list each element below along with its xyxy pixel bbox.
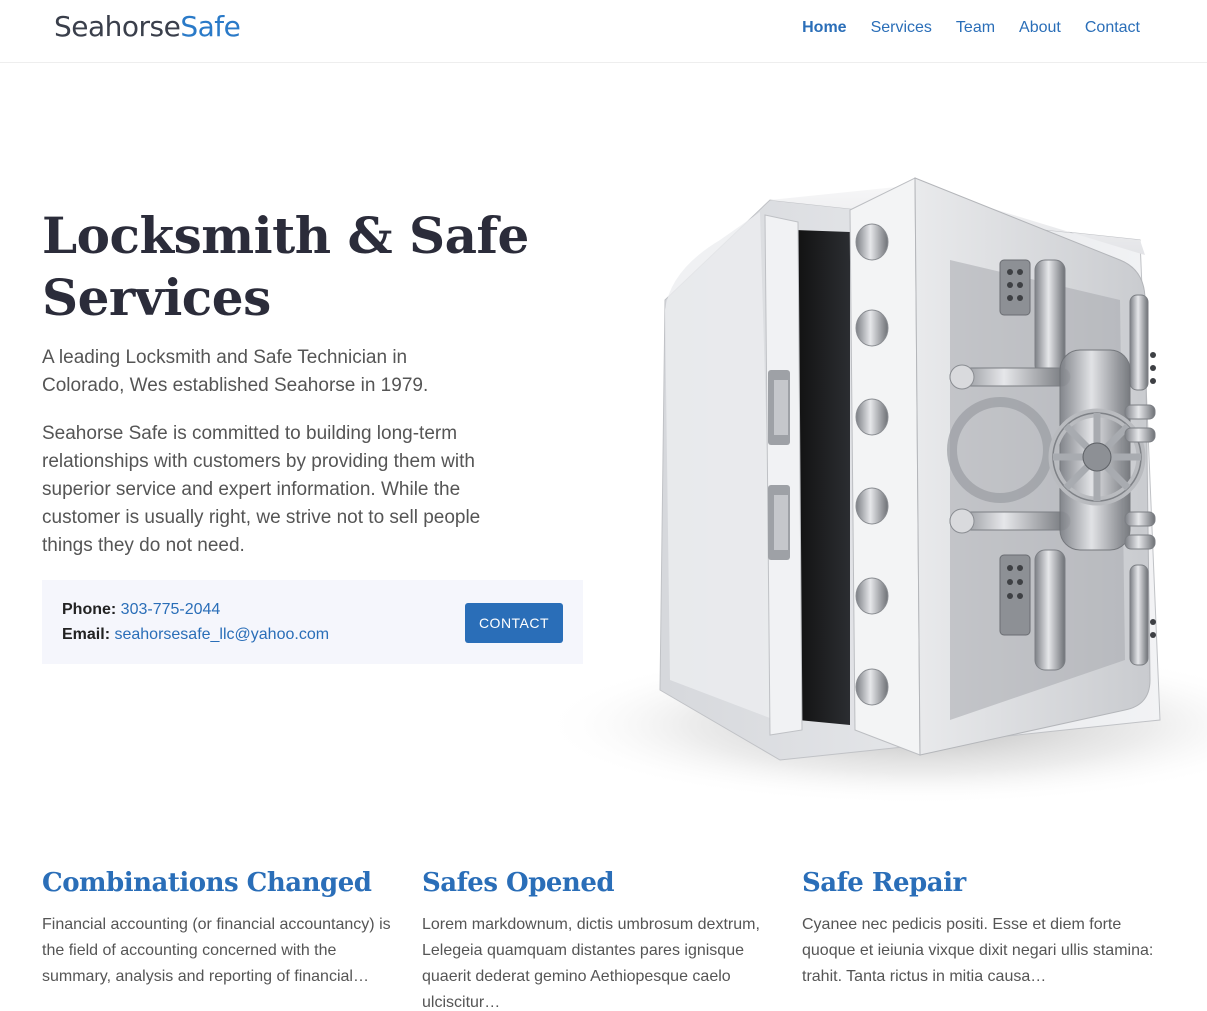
safe-illustration (520, 160, 1207, 810)
site-header: SeahorseSafe Home Services Team About Co… (0, 0, 1207, 63)
open-safe-image (540, 177, 1207, 805)
feature-text: Cyanee nec pedicis positi. Esse et diem … (802, 916, 1154, 985)
phone-link[interactable]: 303-775-2044 (121, 601, 221, 618)
hero-title-line1: Locksmith & Safe (42, 206, 529, 265)
nav-contact[interactable]: Contact (1085, 19, 1140, 37)
nav-services[interactable]: Services (871, 19, 932, 37)
nav-home[interactable]: Home (802, 19, 846, 37)
email-line: Email: seahorsesafe_llc@yahoo.com (62, 626, 329, 644)
phone-line: Phone: 303-775-2044 (62, 601, 220, 619)
logo-text-safe: Safe (180, 10, 241, 43)
site-logo[interactable]: SeahorseSafe (54, 10, 241, 43)
hero-description: Seahorse Safe is committed to building l… (42, 423, 481, 556)
feature-title[interactable]: Combinations Changed (42, 866, 397, 900)
email-link[interactable]: seahorsesafe_llc@yahoo.com (114, 626, 329, 643)
contact-box: Phone: 303-775-2044 Email: seahorsesafe_… (42, 580, 583, 664)
feature-text: Financial accounting (or financial accou… (42, 916, 391, 985)
hero-title-line2: Services (42, 268, 271, 327)
feature-title[interactable]: Safe Repair (802, 866, 1157, 900)
hero-intro: A leading Locksmith and Safe Technician … (42, 347, 429, 396)
feature-safe-repair: Safe Repair Cyanee nec pedicis positi. E… (802, 866, 1157, 990)
logo-text-seahorse: Seahorse (54, 10, 181, 43)
feature-title[interactable]: Safes Opened (422, 866, 777, 900)
hero-title: Locksmith & Safe Services (42, 205, 542, 329)
main-nav: Home Services Team About Contact (802, 19, 1140, 37)
nav-about[interactable]: About (1019, 19, 1061, 37)
email-label: Email: (62, 626, 111, 643)
feature-text: Lorem markdownum, dictis umbrosum dextru… (422, 916, 760, 1011)
feature-safes-opened: Safes Opened Lorem markdownum, dictis um… (422, 866, 777, 1011)
phone-label: Phone: (62, 601, 117, 618)
feature-combinations-changed: Combinations Changed Financial accountin… (42, 866, 397, 990)
nav-team[interactable]: Team (956, 19, 995, 37)
